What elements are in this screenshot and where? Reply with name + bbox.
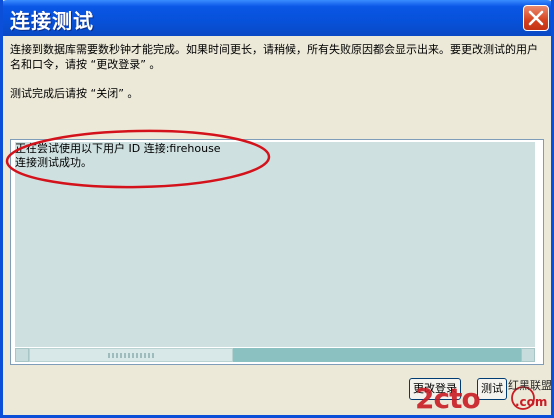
test-log-content: 正在尝试使用以下用户 ID 连接:firehouse 连接测试成功。 [15,142,535,347]
grip-icon [108,353,156,358]
dialog-title: 连接测试 [10,9,94,33]
instructions-text: 连接到数据库需要数秒钟才能完成。如果时间更长，请稍候，所有失败原因都会显示出来。… [10,42,538,72]
scroll-right-button[interactable] [521,348,535,362]
watermark-domain: .com [515,395,548,409]
instructions-line-1: 连接到数据库需要数秒钟才能完成。如果时间更长，请稍候，所有失败原因都会显示出来。… [10,43,538,56]
horizontal-scrollbar[interactable] [15,348,535,362]
test-log-box[interactable]: 正在尝试使用以下用户 ID 连接:firehouse 连接测试成功。 [10,139,544,365]
title-bar[interactable]: 连接测试 [3,0,551,36]
scroll-track[interactable] [233,348,521,362]
close-instructions-text: 测试完成后请按 “关闭” 。 [10,87,139,100]
close-button[interactable] [523,5,549,31]
instructions-line-2: 名和口令，请按 “更改登录” 。 [10,58,161,71]
watermark-logo: 2cto [415,382,481,415]
test-button[interactable]: 测试 [477,378,507,400]
log-line: 连接测试成功。 [15,156,92,169]
close-icon [528,10,544,26]
watermark-site-name: 红黑联盟 [508,379,552,392]
connection-test-dialog: 连接测试 连接到数据库需要数秒钟才能完成。如果时间更长，请稍候，所有失败原因都会… [0,0,554,418]
scroll-left-button[interactable] [15,348,29,362]
scroll-thumb[interactable] [29,348,233,362]
log-line: 正在尝试使用以下用户 ID 连接:firehouse [15,142,221,155]
